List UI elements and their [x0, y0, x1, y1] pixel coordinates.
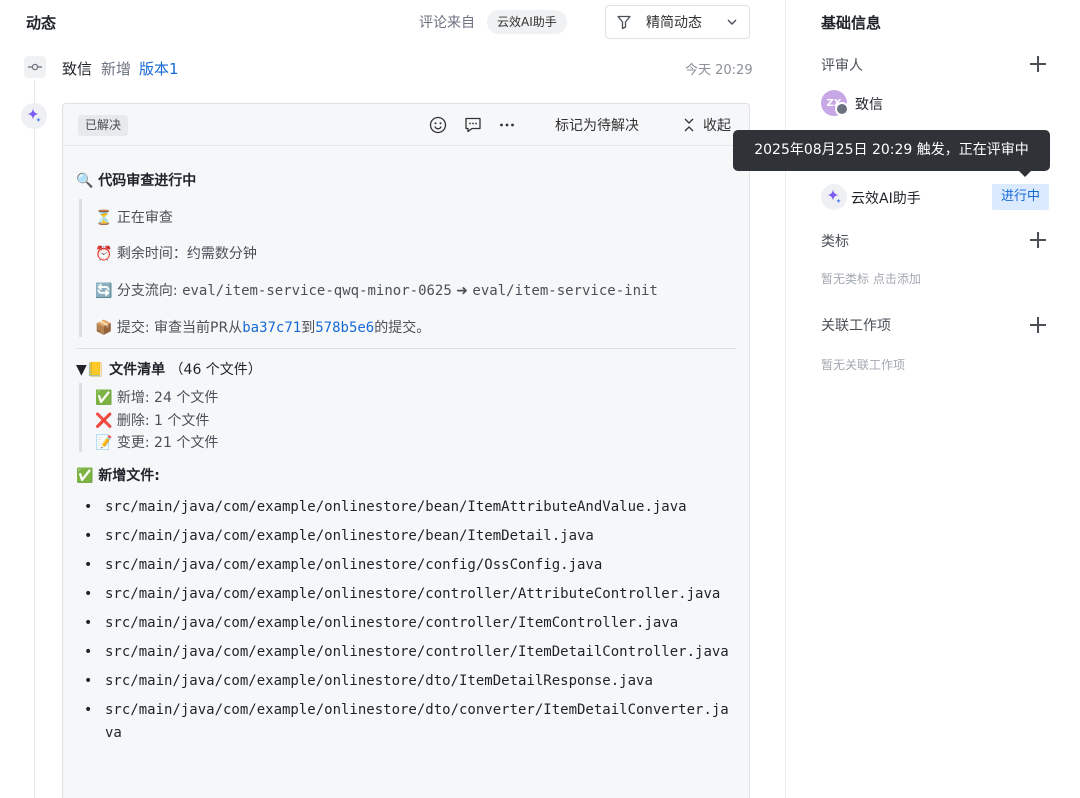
summary-deleted: ❌ 删除: 1 个文件: [95, 413, 210, 429]
reviewer-name[interactable]: 致信: [855, 94, 883, 114]
list-item: src/main/java/com/example/onlinestore/co…: [84, 554, 734, 577]
ai-assistant-avatar: [21, 103, 47, 129]
commit-suffix: 的提交。: [374, 320, 431, 336]
version-link[interactable]: 版本1: [139, 58, 179, 79]
ai-comment-card: 已解决 标记为待解决 收起 🔍 代码审查进行中 ⏳ 正在审查 ⏰ 剩余时间：约需…: [62, 103, 750, 798]
event-user[interactable]: 致信: [62, 58, 92, 79]
collapse-label: 收起: [703, 118, 731, 134]
added-files-title: ✅ 新增文件:: [76, 468, 160, 484]
quote-bar: [79, 383, 82, 452]
filter-label: 精简动态: [646, 15, 702, 31]
list-item: src/main/java/com/example/onlinestore/be…: [84, 525, 734, 548]
list-item: src/main/java/com/example/onlinestore/dt…: [84, 670, 734, 693]
commit-mid: 到: [301, 320, 316, 336]
quote-bar: [79, 199, 82, 337]
commit-icon: [24, 56, 46, 78]
review-section-title: 🔍 代码审查进行中: [76, 173, 197, 189]
collapse-icon: [684, 118, 694, 132]
list-item: src/main/java/com/example/onlinestore/dt…: [84, 699, 734, 745]
add-reviewer-icon[interactable]: [1030, 56, 1046, 72]
list-item: src/main/java/com/example/onlinestore/co…: [84, 641, 734, 664]
list-item: src/main/java/com/example/onlinestore/co…: [84, 612, 734, 635]
file-count: （46 个文件）: [169, 362, 262, 378]
basic-info-panel: 基础信息 评审人 ZX 致信 云效AI助手 进行中 类标 暂无类标 点击添加 关…: [785, 0, 1080, 798]
review-trigger-tooltip: 2025年08月25日 20:29 触发，正在评审中: [733, 130, 1050, 177]
panel-title: 基础信息: [821, 14, 882, 32]
more-icon[interactable]: [497, 115, 517, 135]
commit-from-link[interactable]: ba37c71: [242, 320, 301, 336]
summary-changed: 📝 变更: 21 个文件: [95, 435, 219, 451]
status-badge[interactable]: 进行中: [992, 184, 1050, 210]
branch-flow: 🔄 分支流向: eval/item-service-qwq-minor-0625…: [95, 280, 658, 300]
source-branch: eval/item-service-qwq-minor-0625: [182, 283, 452, 299]
reviewers-label: 评审人: [821, 58, 863, 74]
activity-title: 动态: [26, 14, 57, 32]
emoji-icon[interactable]: [428, 115, 448, 135]
add-tag-icon[interactable]: [1030, 232, 1046, 248]
comment-source-label: 评论来自: [419, 15, 475, 31]
collapse-button[interactable]: 收起: [683, 115, 731, 135]
toggle-triangle-icon: ▼: [76, 362, 87, 378]
branch-prefix: 🔄 分支流向:: [95, 283, 183, 299]
timeline-line: [34, 80, 35, 798]
ai-assistant-name[interactable]: 云效AI助手: [851, 188, 921, 208]
chevron-down-icon: [727, 19, 737, 25]
comment-header: 已解决 标记为待解决 收起: [63, 104, 749, 146]
event-verb: 新增: [101, 60, 132, 78]
status-badge: 已解决: [78, 115, 129, 136]
mark-unresolved-button[interactable]: 标记为待解决: [555, 115, 639, 135]
sparkle-icon: [827, 189, 841, 204]
activity-filter-select[interactable]: 精简动态: [605, 5, 750, 39]
filter-icon: [617, 15, 631, 30]
activity-column: 动态 评论来自 云效AI助手 精简动态 致信 新增 版本1 今天 20:29 已…: [0, 0, 785, 798]
tags-hint[interactable]: 暂无类标 点击添加: [821, 270, 921, 287]
tags-label: 类标: [821, 234, 849, 250]
ai-assistant-avatar: [821, 184, 847, 210]
list-item: src/main/java/com/example/onlinestore/co…: [84, 583, 734, 606]
reviewing-status: ⏳ 正在审查: [95, 210, 173, 226]
linked-items-label: 关联工作项: [821, 318, 891, 334]
event-time: 今天 20:29: [685, 63, 753, 78]
commit-prefix: 📦 提交: 审查当前PR从: [95, 320, 243, 336]
summary-added: ✅ 新增: 24 个文件: [95, 390, 219, 406]
commit-to-link[interactable]: 578b5e6: [315, 320, 374, 336]
commit-range: 📦 提交: 审查当前PR从ba37c71到578b5e6的提交。: [95, 317, 430, 337]
reply-icon[interactable]: [463, 115, 483, 135]
linked-items-hint: 暂无关联工作项: [821, 358, 906, 372]
clock-icon: [835, 102, 849, 116]
comment-source-chip[interactable]: 云效AI助手: [487, 10, 567, 34]
added-files-list: src/main/java/com/example/onlinestore/be…: [84, 496, 734, 751]
list-item: src/main/java/com/example/onlinestore/be…: [84, 496, 734, 519]
branch-arrow: ➜: [451, 283, 473, 299]
target-branch: eval/item-service-init: [472, 283, 658, 299]
file-list-toggle[interactable]: ▼📒 文件清单 （46 个文件）: [76, 359, 262, 379]
divider: [76, 348, 736, 349]
remaining-time: ⏰ 剩余时间：约需数分钟: [95, 246, 257, 262]
sparkle-icon: [27, 108, 41, 123]
file-list-title: 📒 文件清单: [86, 362, 166, 378]
add-linked-item-icon[interactable]: [1030, 317, 1046, 333]
